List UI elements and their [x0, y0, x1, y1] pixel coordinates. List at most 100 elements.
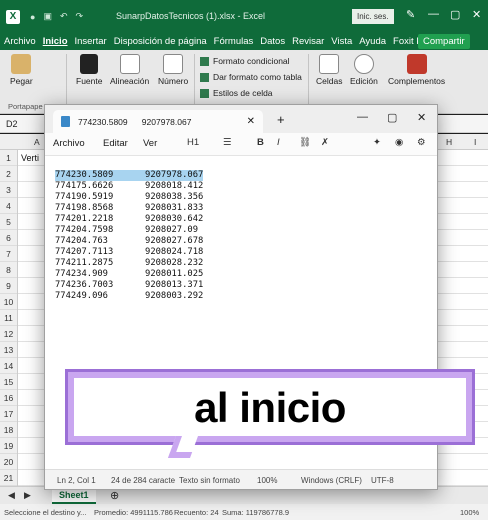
pen-icon[interactable]: ✎ — [406, 8, 415, 21]
text-line[interactable]: 774236.7003 9208013.371 — [55, 280, 203, 291]
row-header[interactable]: 16 — [0, 390, 17, 406]
styles-group: Formato condicional Dar formato como tab… — [200, 53, 302, 101]
row-header[interactable]: 8 — [0, 262, 17, 278]
account-icon[interactable]: ◉ — [395, 137, 403, 148]
menu-ayuda[interactable]: Ayuda — [359, 36, 386, 47]
cells-group[interactable]: Celdas — [316, 50, 342, 108]
menu-insertar[interactable]: Insertar — [75, 36, 107, 47]
maximize-icon[interactable]: ▢ — [450, 8, 460, 21]
row-header[interactable]: 13 — [0, 342, 17, 358]
settings-icon[interactable]: ⚙ — [417, 137, 426, 148]
menu-inicio[interactable]: Inicio — [43, 36, 68, 47]
conditional-format-button[interactable]: Formato condicional — [200, 53, 302, 69]
menu-datos[interactable]: Datos — [260, 36, 285, 47]
col-header[interactable]: H — [446, 137, 452, 147]
menu-revisar[interactable]: Revisar — [292, 36, 324, 47]
col-header[interactable]: I — [474, 137, 476, 147]
row-header[interactable]: 20 — [0, 454, 17, 470]
link-icon[interactable]: ⛓ — [299, 137, 311, 148]
row-header[interactable]: 1 — [0, 150, 17, 166]
row-header[interactable]: 5 — [0, 214, 17, 230]
addins-label: Complementos — [388, 76, 446, 86]
cells-label: Celdas — [316, 76, 343, 86]
line-ending: Windows (CRLF) — [301, 476, 362, 485]
text-line[interactable]: 774204.763 9208027.678 — [55, 236, 203, 247]
format-table-button[interactable]: Dar formato como tabla — [200, 69, 302, 85]
col-header[interactable]: A — [34, 137, 40, 147]
close-icon[interactable]: ✕ — [472, 8, 481, 21]
bold-icon[interactable]: B — [257, 137, 264, 148]
share-button[interactable]: Compartir — [418, 34, 470, 49]
status-zoom[interactable]: 100% — [460, 508, 479, 517]
row-header[interactable]: 15 — [0, 374, 17, 390]
menu-ver-np[interactable]: Ver — [143, 138, 157, 149]
font-group[interactable]: Fuente — [76, 50, 102, 108]
autosave-icon[interactable]: ● — [30, 12, 35, 22]
next-sheet-icon[interactable]: ▶ — [24, 490, 31, 501]
notepad-minimize-icon[interactable]: — — [357, 111, 368, 123]
row-header[interactable]: 6 — [0, 230, 17, 246]
heading-button[interactable]: H1 — [187, 137, 199, 148]
row-header[interactable]: 7 — [0, 246, 17, 262]
new-tab-icon[interactable]: + — [277, 112, 285, 127]
cell-a1[interactable]: Verti — [21, 153, 39, 163]
menu-formulas[interactable]: Fórmulas — [214, 36, 254, 47]
text-line[interactable]: 774249.096 9208003.292 — [55, 291, 203, 302]
text-line[interactable]: 774234.909 9208011.025 — [55, 269, 203, 280]
editing-group[interactable]: Edición — [350, 50, 378, 108]
row-header[interactable]: 10 — [0, 294, 17, 310]
text-line[interactable]: 774198.8568 9208031.833 — [55, 203, 203, 214]
text-line[interactable]: 774211.2875 9208028.232 — [55, 258, 203, 269]
search-icon — [353, 54, 374, 74]
menu-disposicion[interactable]: Disposición de página — [114, 36, 207, 47]
row-header[interactable]: 17 — [0, 406, 17, 422]
save-icon[interactable]: ▣ — [43, 11, 52, 22]
prev-sheet-icon[interactable]: ◀ — [8, 490, 15, 501]
paste-group[interactable]: Pegar — [10, 50, 33, 108]
row-header[interactable]: 18 — [0, 422, 17, 438]
menu-vista[interactable]: Vista — [331, 36, 352, 47]
name-box[interactable]: D2 — [6, 119, 18, 129]
menu-archivo-np[interactable]: Archivo — [53, 138, 85, 149]
tab-close-icon[interactable]: ✕ — [247, 116, 255, 127]
redo-icon[interactable]: ↷ — [76, 11, 84, 22]
text-line[interactable]: 774204.7598 9208027.09 — [55, 225, 198, 236]
alignment-group[interactable]: Alineación — [110, 50, 149, 108]
percent-icon — [163, 54, 184, 74]
text-line[interactable]: 774175.6626 9208018.412 — [55, 181, 203, 192]
list-icon[interactable]: ☰ — [223, 137, 232, 148]
cell-styles-button[interactable]: Estilos de celda — [200, 85, 302, 101]
cell-styles-icon — [200, 88, 209, 98]
row-header[interactable]: 12 — [0, 326, 17, 342]
notepad-tab[interactable]: 774230.5809 9207978.067 ✕ — [53, 110, 263, 133]
italic-icon[interactable]: I — [277, 137, 280, 148]
undo-icon[interactable]: ↶ — [60, 11, 68, 22]
row-header[interactable]: 9 — [0, 278, 17, 294]
addins-group[interactable]: Complementos — [388, 50, 445, 108]
status-average: Promedio: 4991115.786 — [94, 508, 173, 517]
notepad-close-icon[interactable]: ✕ — [417, 111, 426, 124]
text-line[interactable]: 774207.7113 9208024.718 — [55, 247, 203, 258]
text-line[interactable]: 774230.5809 9207978.067 — [55, 170, 204, 181]
row-header[interactable]: 2 — [0, 166, 17, 182]
conditional-format-label: Formato condicional — [213, 56, 290, 66]
number-group[interactable]: Número — [158, 50, 188, 108]
number-label: Número — [158, 76, 189, 86]
row-header[interactable]: 14 — [0, 358, 17, 374]
row-header[interactable]: 11 — [0, 310, 17, 326]
minimize-icon[interactable]: — — [428, 8, 439, 20]
menu-archivo[interactable]: Archivo — [4, 36, 36, 47]
notepad-title-bar: 774230.5809 9207978.067 ✕ + — ▢ ✕ — [45, 105, 437, 133]
clear-format-icon[interactable]: ✗ — [321, 137, 329, 148]
row-header[interactable]: 4 — [0, 198, 17, 214]
menu-editar-np[interactable]: Editar — [103, 138, 128, 149]
add-sheet-icon[interactable]: ⊕ — [110, 489, 119, 502]
text-line[interactable]: 774190.5919 9208038.356 — [55, 192, 203, 203]
row-header[interactable]: 3 — [0, 182, 17, 198]
notepad-maximize-icon[interactable]: ▢ — [387, 111, 397, 124]
sign-in-button[interactable]: Inic. ses. — [352, 9, 394, 24]
row-header[interactable]: 21 — [0, 470, 17, 486]
copilot-icon[interactable]: ✦ — [373, 137, 381, 148]
row-header[interactable]: 19 — [0, 438, 17, 454]
text-line[interactable]: 774201.2218 9208030.642 — [55, 214, 203, 225]
